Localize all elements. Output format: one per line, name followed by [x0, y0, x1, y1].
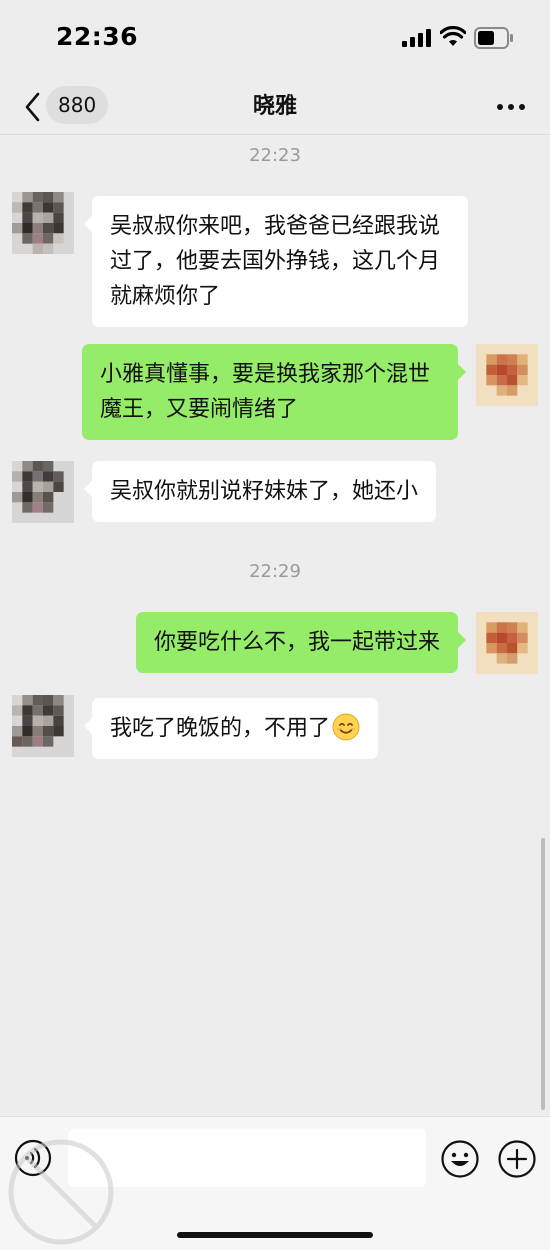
emoji-icon[interactable] — [440, 1139, 480, 1179]
outgoing-message-bubble[interactable]: 你要吃什么不，我一起带过来 — [135, 612, 467, 673]
contact-avatar[interactable] — [12, 461, 74, 523]
chat-screen: 22:36 880 晓雅 22:23 吴叔叔你来吧，我爸爸已经跟我说过了，他要去… — [0, 0, 550, 1250]
scrollbar[interactable] — [541, 838, 545, 1110]
more-dots-icon[interactable] — [494, 92, 528, 122]
my-avatar[interactable] — [476, 344, 538, 406]
contact-avatar[interactable] — [12, 192, 74, 254]
message-text: 我吃了晚饭的，不用了 — [110, 716, 331, 741]
status-bar: 22:36 — [0, 0, 550, 80]
outgoing-message-bubble[interactable]: 小雅真懂事，要是换我家那个混世魔王，又要闹情绪了 — [82, 344, 466, 440]
home-indicator — [177, 1232, 373, 1238]
contact-avatar[interactable] — [12, 695, 74, 757]
wifi-icon — [440, 26, 466, 46]
incoming-message-bubble[interactable]: 吴叔叔你来吧，我爸爸已经跟我说过了，他要去国外挣钱，这几个月就麻烦你了 — [84, 196, 468, 327]
input-bar — [0, 1116, 550, 1250]
watermark-logo — [8, 1139, 114, 1245]
incoming-message-bubble[interactable]: 吴叔你就别说籽妹妹了，她还小 — [83, 461, 437, 522]
message-timestamp: 22:29 — [249, 561, 301, 582]
chevron-left-icon[interactable] — [18, 88, 48, 126]
plus-icon[interactable] — [497, 1139, 537, 1179]
status-time: 22:36 — [56, 22, 139, 51]
nav-bar: 880 晓雅 — [0, 80, 550, 135]
incoming-message-bubble[interactable]: 我吃了晚饭的，不用了 — [83, 698, 379, 759]
smile-emoji — [332, 713, 360, 741]
message-timestamp: 22:23 — [249, 145, 301, 166]
message-input[interactable] — [68, 1129, 426, 1187]
cellular-signal-icon — [402, 29, 431, 47]
unread-count-badge[interactable]: 880 — [46, 86, 109, 124]
battery-icon — [474, 27, 513, 49]
my-avatar[interactable] — [476, 612, 538, 674]
